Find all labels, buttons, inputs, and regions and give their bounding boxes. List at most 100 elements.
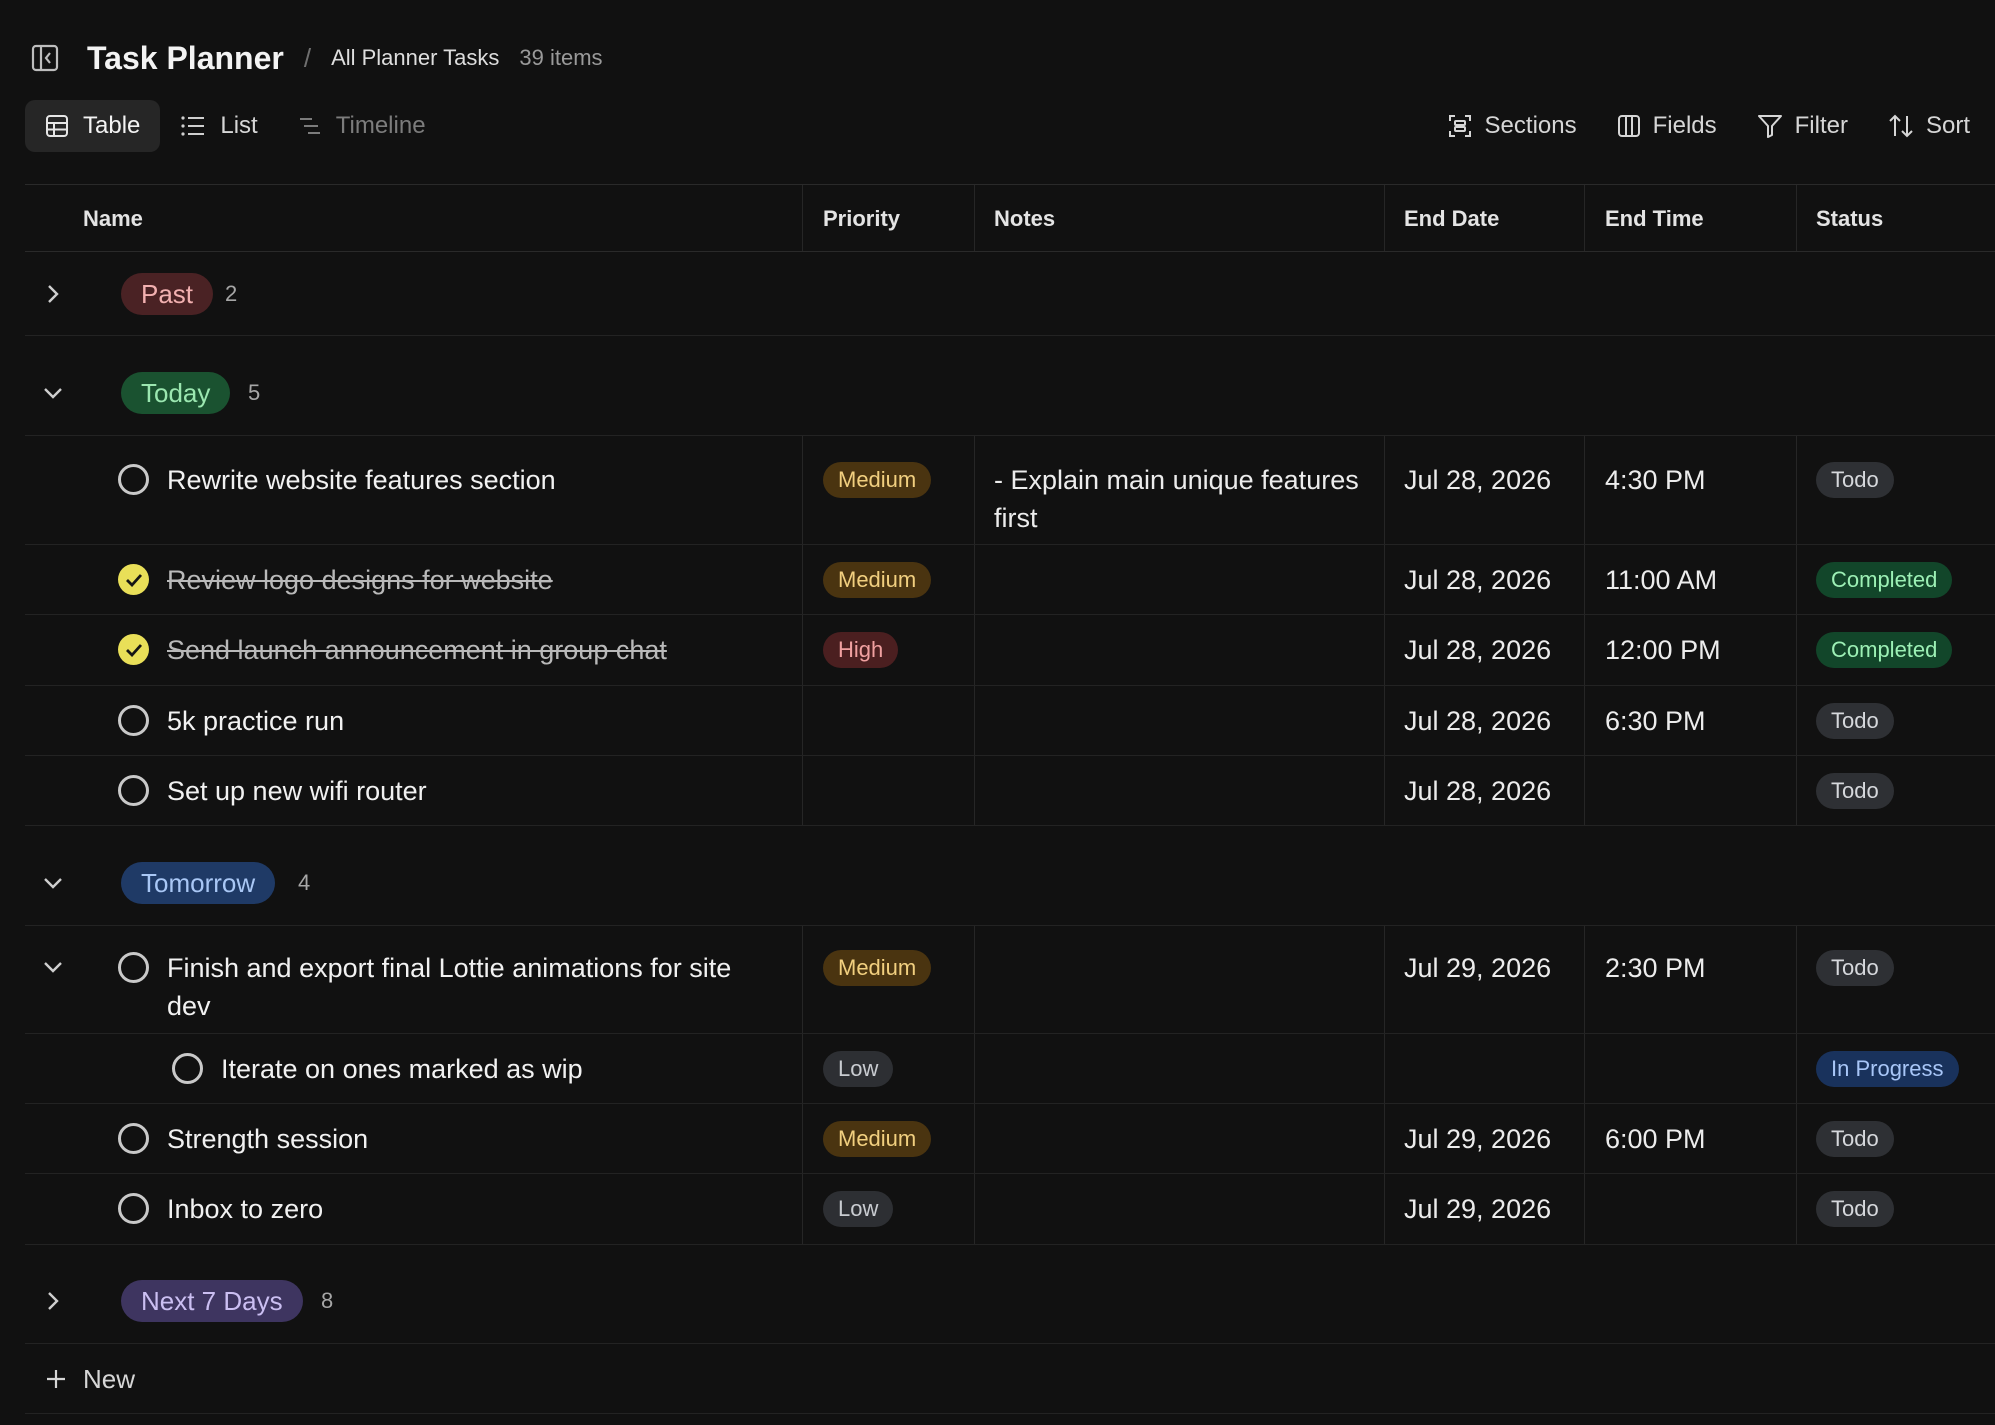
task-name[interactable]: Rewrite website features section bbox=[167, 461, 787, 499]
status-badge[interactable]: Todo bbox=[1816, 703, 1894, 739]
table-row[interactable]: Send launch announcement in group chat H… bbox=[25, 615, 1995, 686]
task-end-date[interactable]: Jul 28, 2026 bbox=[1404, 772, 1551, 810]
priority-badge[interactable]: Low bbox=[823, 1051, 894, 1087]
table-row[interactable]: Finish and export final Lottie animation… bbox=[25, 926, 1995, 1034]
collapse-subtasks-button[interactable] bbox=[39, 953, 67, 981]
new-task-label: New bbox=[83, 1363, 136, 1394]
task-checkbox[interactable] bbox=[118, 1123, 149, 1154]
task-checkbox[interactable] bbox=[118, 952, 149, 983]
column-header-priority[interactable]: Priority bbox=[823, 185, 900, 253]
task-end-date[interactable]: Jul 28, 2026 bbox=[1404, 461, 1551, 499]
table-row[interactable]: Set up new wifi router Jul 28, 2026 Todo bbox=[25, 756, 1995, 826]
task-name[interactable]: Send launch announcement in group chat bbox=[167, 631, 667, 669]
status-badge[interactable]: In Progress bbox=[1816, 1051, 1959, 1087]
group-count-past: 2 bbox=[225, 281, 238, 306]
column-header-end-date[interactable]: End Date bbox=[1404, 185, 1499, 253]
fields-button[interactable]: Fields bbox=[1597, 100, 1737, 152]
task-checkbox-checked[interactable] bbox=[118, 634, 149, 665]
task-checkbox[interactable] bbox=[172, 1053, 203, 1084]
table-header: Name Priority Notes End Date End Time St… bbox=[25, 184, 1995, 252]
task-end-date[interactable]: Jul 28, 2026 bbox=[1404, 561, 1551, 599]
task-end-time[interactable]: 11:00 AM bbox=[1605, 561, 1717, 599]
chevron-down-icon bbox=[44, 878, 62, 889]
expand-next-7-days-button[interactable] bbox=[39, 1287, 67, 1315]
task-notes[interactable]: - Explain main unique features first bbox=[994, 461, 1364, 537]
group-count-tomorrow: 4 bbox=[298, 870, 311, 895]
group-count-today: 5 bbox=[248, 380, 261, 405]
task-name[interactable]: Finish and export final Lottie animation… bbox=[167, 949, 777, 1025]
expand-past-button[interactable] bbox=[39, 280, 67, 308]
breadcrumb-view-name[interactable]: All Planner Tasks bbox=[331, 45, 499, 71]
column-header-name[interactable]: Name bbox=[83, 185, 143, 253]
task-end-time[interactable]: 6:30 PM bbox=[1605, 702, 1706, 740]
group-header-next-7-days: Next 7 Days 8 bbox=[25, 1245, 1995, 1344]
status-badge[interactable]: Completed bbox=[1816, 632, 1953, 668]
task-end-date[interactable]: Jul 29, 2026 bbox=[1404, 949, 1551, 987]
new-task-row: New bbox=[25, 1344, 1995, 1414]
task-end-date[interactable]: Jul 28, 2026 bbox=[1404, 631, 1551, 669]
task-end-time[interactable]: 2:30 PM bbox=[1605, 949, 1706, 987]
task-checkbox-checked[interactable] bbox=[118, 564, 149, 595]
priority-badge[interactable]: Medium bbox=[823, 562, 932, 598]
task-name[interactable]: Strength session bbox=[167, 1120, 368, 1158]
task-name[interactable]: Iterate on ones marked as wip bbox=[221, 1050, 583, 1088]
task-end-time[interactable]: 6:00 PM bbox=[1605, 1120, 1706, 1158]
task-checkbox[interactable] bbox=[118, 775, 149, 806]
status-badge[interactable]: Todo bbox=[1816, 462, 1894, 498]
breadcrumb-separator: / bbox=[303, 42, 312, 73]
task-name[interactable]: 5k practice run bbox=[167, 702, 344, 740]
priority-badge[interactable]: High bbox=[823, 632, 899, 668]
filter-button[interactable]: Filter bbox=[1737, 100, 1868, 152]
task-planner-app: Task Planner / All Planner Tasks 39 item… bbox=[0, 0, 1995, 1425]
sections-label: Sections bbox=[1484, 112, 1577, 139]
collapse-tomorrow-button[interactable] bbox=[39, 869, 67, 897]
task-checkbox[interactable] bbox=[118, 464, 149, 495]
task-checkbox[interactable] bbox=[118, 1193, 149, 1224]
task-end-date[interactable]: Jul 29, 2026 bbox=[1404, 1120, 1551, 1158]
sections-button[interactable]: Sections bbox=[1427, 100, 1597, 152]
priority-badge[interactable]: Medium bbox=[823, 1121, 932, 1157]
status-badge[interactable]: Todo bbox=[1816, 950, 1894, 986]
priority-badge[interactable]: Medium bbox=[823, 462, 932, 498]
table-row[interactable]: Review logo designs for website Medium J… bbox=[25, 545, 1995, 615]
task-end-time[interactable]: 4:30 PM bbox=[1605, 461, 1706, 499]
tab-list[interactable]: List bbox=[160, 100, 277, 152]
column-header-notes[interactable]: Notes bbox=[994, 185, 1055, 253]
task-name[interactable]: Review logo designs for website bbox=[167, 561, 553, 599]
table-icon bbox=[46, 115, 68, 137]
task-checkbox[interactable] bbox=[118, 705, 149, 736]
status-badge[interactable]: Completed bbox=[1816, 562, 1953, 598]
table-row[interactable]: Rewrite website features section Medium … bbox=[25, 436, 1995, 545]
group-pill-next-7-days[interactable]: Next 7 Days bbox=[121, 1280, 303, 1322]
group-pill-past[interactable]: Past bbox=[121, 273, 214, 315]
task-end-time[interactable]: 12:00 PM bbox=[1605, 631, 1721, 669]
status-badge[interactable]: Todo bbox=[1816, 773, 1894, 809]
priority-badge[interactable]: Medium bbox=[823, 950, 932, 986]
task-name[interactable]: Set up new wifi router bbox=[167, 772, 427, 810]
task-end-date[interactable]: Jul 28, 2026 bbox=[1404, 702, 1551, 740]
status-badge[interactable]: Todo bbox=[1816, 1121, 1894, 1157]
tab-timeline[interactable]: Timeline bbox=[278, 100, 446, 152]
sidebar-toggle-button[interactable] bbox=[25, 38, 65, 78]
tab-timeline-label: Timeline bbox=[335, 112, 426, 139]
page-title: Task Planner bbox=[87, 39, 284, 76]
sort-button[interactable]: Sort bbox=[1868, 100, 1980, 152]
collapse-today-button[interactable] bbox=[39, 379, 67, 407]
task-end-date[interactable]: Jul 29, 2026 bbox=[1404, 1190, 1551, 1228]
filter-icon bbox=[1757, 115, 1782, 138]
table-row[interactable]: Strength session Medium Jul 29, 2026 6:0… bbox=[25, 1104, 1995, 1174]
priority-badge[interactable]: Low bbox=[823, 1191, 894, 1227]
column-header-end-time[interactable]: End Time bbox=[1605, 185, 1704, 253]
fields-label: Fields bbox=[1652, 112, 1717, 139]
table-row-subtask[interactable]: Iterate on ones marked as wip Low In Pro… bbox=[25, 1034, 1995, 1104]
group-pill-tomorrow[interactable]: Tomorrow bbox=[121, 862, 276, 904]
status-badge[interactable]: Todo bbox=[1816, 1191, 1894, 1227]
column-header-status[interactable]: Status bbox=[1816, 185, 1883, 253]
tab-table[interactable]: Table bbox=[25, 100, 161, 152]
task-name[interactable]: Inbox to zero bbox=[167, 1190, 323, 1228]
table-row[interactable]: Inbox to zero Low Jul 29, 2026 Todo bbox=[25, 1174, 1995, 1245]
new-task-button[interactable]: New bbox=[45, 1358, 135, 1400]
table-row[interactable]: 5k practice run Jul 28, 2026 6:30 PM Tod… bbox=[25, 686, 1995, 756]
tab-table-label: Table bbox=[83, 112, 141, 139]
group-pill-today[interactable]: Today bbox=[121, 372, 231, 414]
